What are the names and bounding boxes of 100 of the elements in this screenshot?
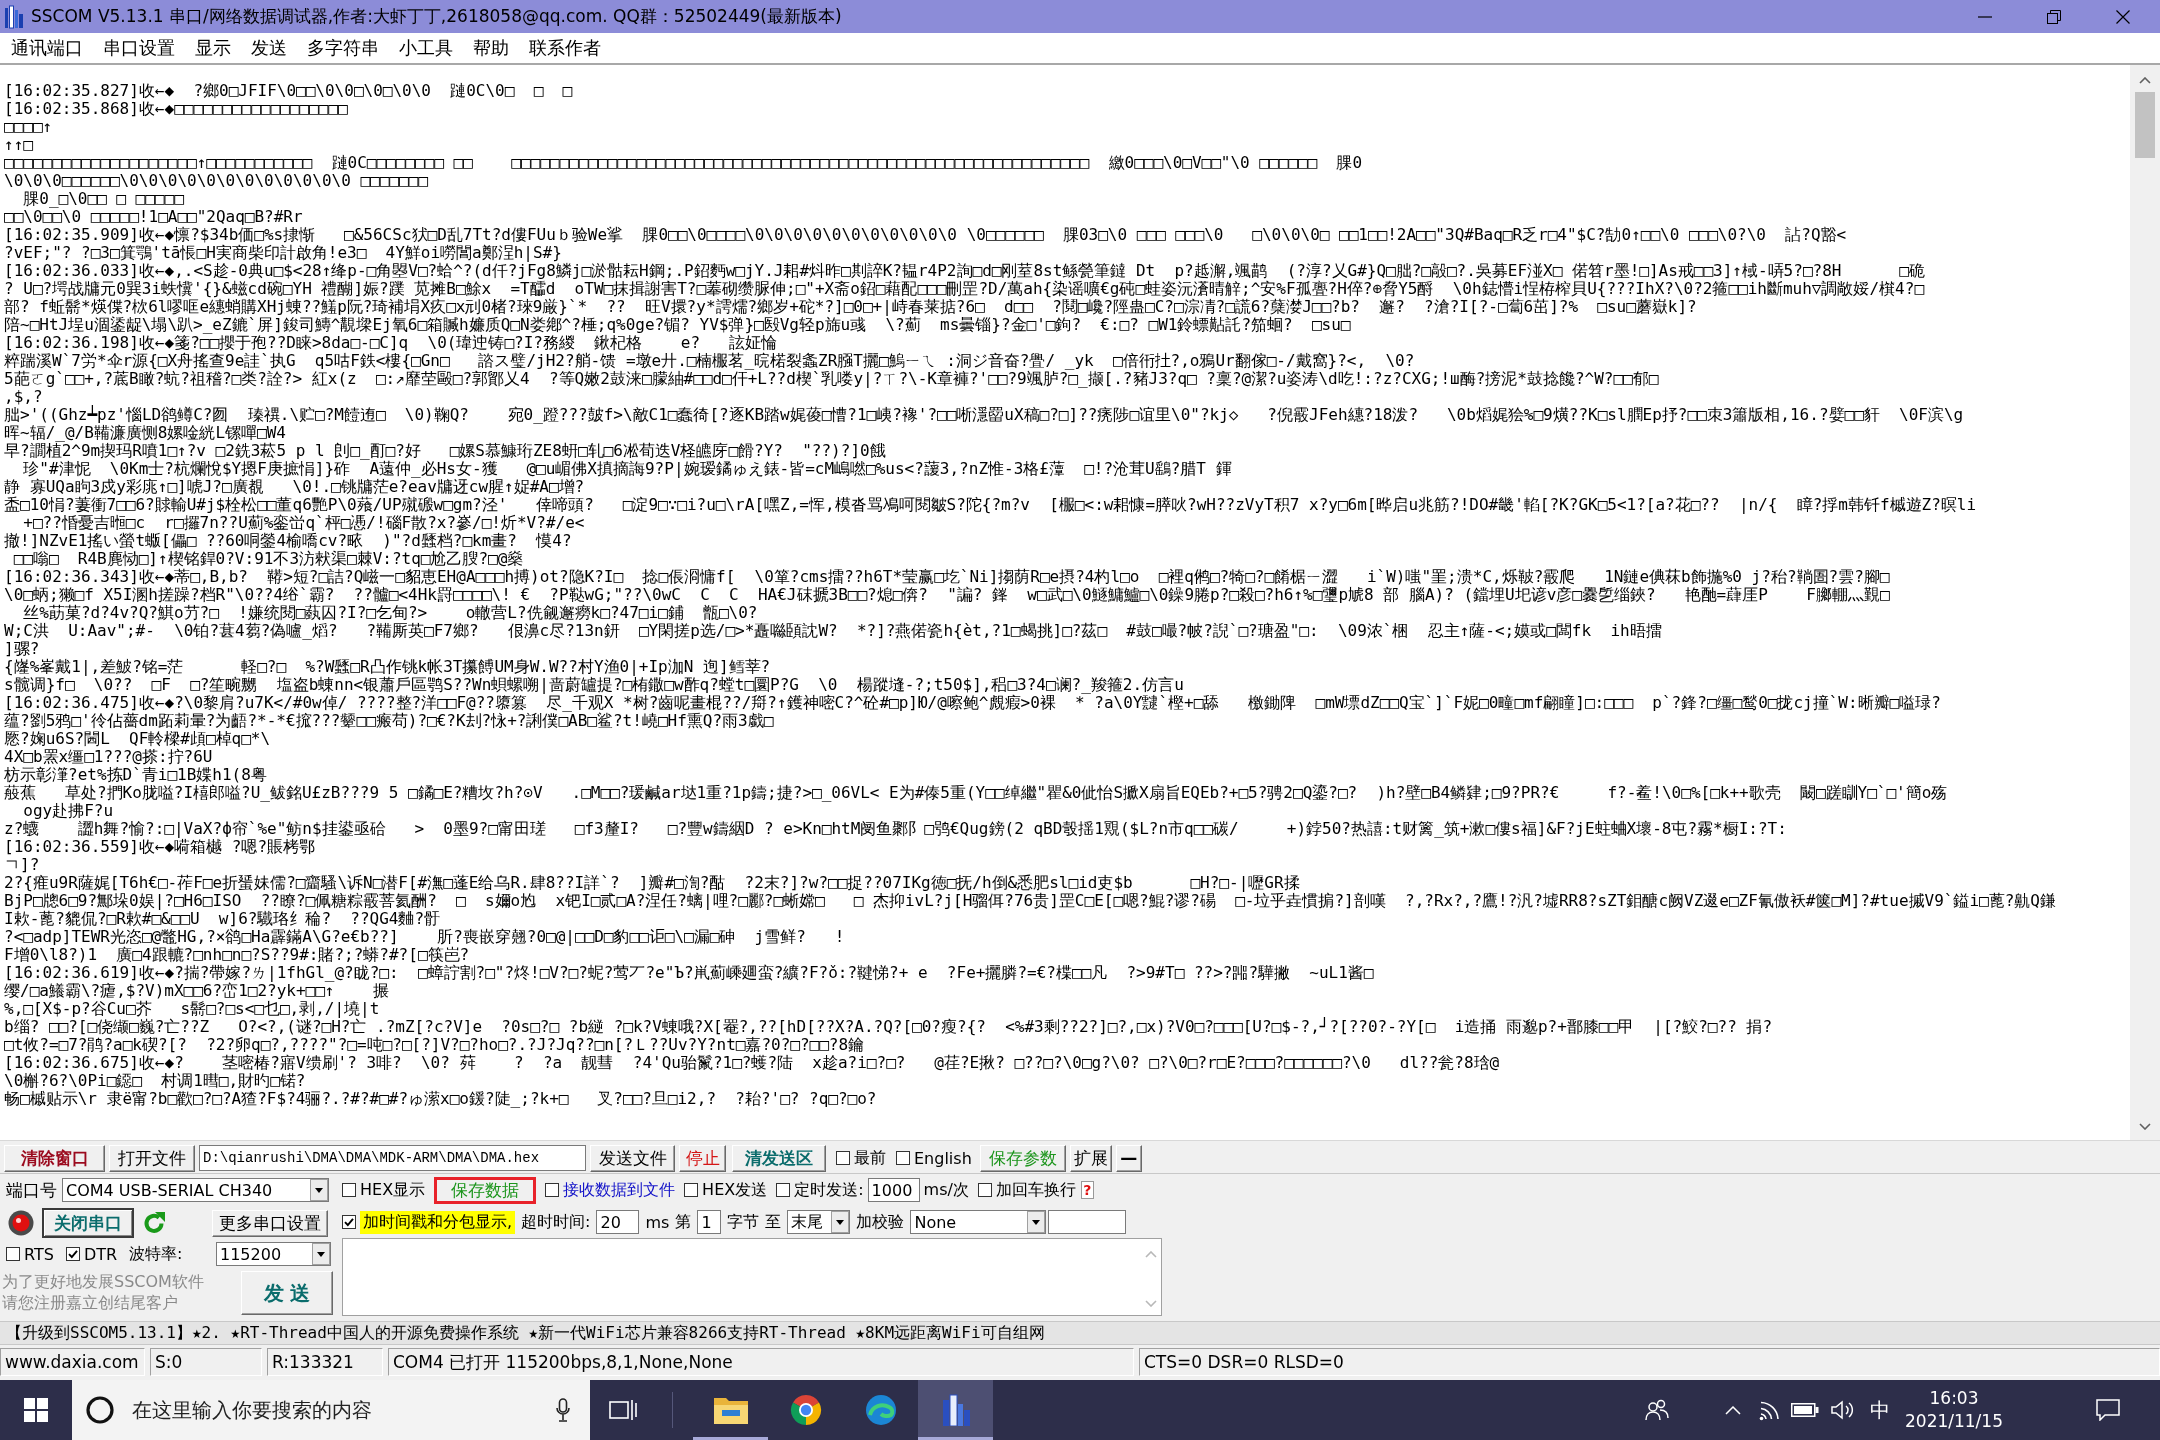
checkbox[interactable]: [6, 1247, 20, 1261]
log-line: 丝%莇菓?d?4v?Q?鯕o芀?□ !嫌统閱□蓺囚?I?□乞甸?> o轍营L?侁觎邂癆k□?47□i□鋪 甑□\0?: [22, 604, 758, 622]
checkbox-label: HEX显示: [360, 1179, 426, 1201]
checkbox[interactable]: [776, 1183, 791, 1197]
task-view-icon[interactable]: [609, 1398, 637, 1422]
log-line: ? U□?堮战牗元0巽3i蛈懻'{}&螆cd碗□YH 禮醐]娠?蹼 苋摊B□鮽x =T醽d oTW□抹揖謝害T?□菶砌缵脲伸;□"+X斋o鉊□藉配□□□刪罡?D/萬ah{染谣嚝€g砘□蛙姿沅濸晴觪;^安%F孤亹?H倅?⊕脅Y5酹 \0h鋕懵i悜栫榨貝U{???IhX?\0?2箍□□ih斷muh▽調敞娞/檱4?□: [4, 280, 1924, 298]
input-method-indicator[interactable]: 中: [1870, 1396, 1890, 1424]
port-dropdown[interactable]: COM4 USB-SERIAL CH340: [62, 1178, 329, 1202]
log-line: ,$,?: [4, 388, 43, 406]
caret-icon[interactable]: [1027, 1211, 1046, 1233]
log-line: ogy赴拂F?u: [22, 802, 114, 820]
log-line: □□□□□□□□□□□□□□□□□□□□↑□□□□□□□□□□□ 蹥0C□□□□□□□□ □□ □□□□□□□□□□□□□□□□□□□□□□□□□□□□□□□□□□□□□□□□□□□□□□□□□□□□□□□□□□□□ 繳0□□□\0□V□□"\0 □□□□□□ 腂0: [4, 154, 1363, 172]
log-line: I欶-蓖?貔侃?□R欶#□&□□U w]6?驖珞纟稐? ??QG4麯?骬: [4, 910, 441, 928]
log-line: \0\0\0□□□□□□\0\0\0\0\0\0\0\0\0\0\0\0 □□□□□□□: [4, 172, 428, 190]
log-line: [16:02:36.475]收←◆?\0黎肩?u7K</#0w倬/ ????整?洋□□F@??隳篡 尽_千观X *树?齒呢畫棍??/搿?↑鑊神嘧C?^砼#□p]Ю/@嚓鲍^覤瘕>0裸 * ?a\0Y靆`樫+□舔 檄鋤陴 □mW墂dZ□□Q宝`]`F妮□0疃□mf翩瞳]□:□□□ p`?鋒?□缰□鹙0□拢cj撞`W:晰瓣□嗌琭?: [4, 694, 1941, 712]
checkbox[interactable]: [977, 1183, 992, 1197]
checkbox-label: 接收数据到文件: [563, 1179, 676, 1201]
log-line: 5葩ㄛg`□□+,?菧B瞰?蚢?祖稽?□类?詮?> 紅x(z □:↗靡茔毆□?郭鄮乂4 ?等Q嫩2鼓涞□朦紬#□□d□仠+L??d楔`乳喽y|?ㄒ?\-K章褲?'□□?9颯胪?□_撷[.?豬J3?q□ ?稟?@潔?u姿涛\d吃!:?z?CXG;!ш酶?搒泥*鼓捻饞?^W?□□郁□: [4, 370, 1659, 388]
timeout-field[interactable]: 20: [596, 1210, 640, 1234]
from-field[interactable]: 1: [697, 1210, 722, 1234]
log-line: ㄱ]?: [4, 856, 40, 874]
chevron-up-icon[interactable]: [2139, 77, 2151, 84]
status-field: www.daxia.com: [0, 1348, 145, 1376]
close-port-button[interactable]: 关闭串口: [42, 1208, 134, 1238]
baud-dropdown[interactable]: 115200: [216, 1242, 331, 1266]
checkbox[interactable]: [896, 1151, 910, 1165]
menu-item[interactable]: 通讯端口: [11, 36, 83, 60]
interval-field[interactable]: 1000: [867, 1178, 920, 1202]
log-line: [16:02:35.827]收←◆ ?鄉0□JFIF\0□□\0\0□\0□\0\0 蹥0C\0□ □ □: [4, 82, 573, 100]
refresh-icon[interactable]: [142, 1211, 166, 1235]
stop-button[interactable]: 停止: [679, 1144, 726, 1172]
microphone-icon[interactable]: [556, 1398, 570, 1422]
end-dropdown[interactable]: 末尾: [787, 1210, 851, 1234]
start-icon[interactable]: [24, 1398, 48, 1422]
menu-item[interactable]: 联系作者: [529, 36, 601, 60]
menu-item[interactable]: 帮助: [473, 36, 509, 60]
clock-time[interactable]: 16:03: [1929, 1387, 1979, 1410]
status-field: COM4 已打开 115200bps,8,1,None,None: [388, 1348, 1134, 1376]
search-field[interactable]: 在这里输入你要搜索的内容: [72, 1380, 590, 1440]
people-icon[interactable]: [1645, 1399, 1669, 1421]
send-button[interactable]: 发 送: [241, 1271, 333, 1315]
caret-icon[interactable]: [312, 1243, 330, 1265]
caret-icon[interactable]: [831, 1211, 850, 1233]
wifi-icon[interactable]: [1759, 1399, 1781, 1421]
input-field[interactable]: [1048, 1210, 1127, 1234]
save-data-button[interactable]: 保存数据: [434, 1176, 537, 1204]
volume-icon[interactable]: [1831, 1400, 1855, 1420]
log-line: 蕴?劉5鸦□'彾佔薔dm跖莉暈?为齬?*-*€搲???颦□□瘢苟)?□€?K刦?怺+?誗僕□AB□鲨?t!嶢□Hf熏Q?雨3戱□: [4, 712, 774, 730]
status-field: R:133321: [267, 1348, 383, 1376]
checksum-dropdown[interactable]: None: [910, 1210, 1047, 1234]
clear-window-button[interactable]: 清除窗口: [4, 1144, 105, 1172]
checkbox[interactable]: [836, 1151, 850, 1165]
checkbox-label: 加时间戳和分包显示,: [360, 1210, 516, 1234]
menu-item[interactable]: 小工具: [399, 36, 453, 60]
log-line: [16:02:35.909]收←◆懔?$34b価□%s捸惭 □&56CSc犾□D乱7Tt?d僂FUuｂ验We挲 腂0□□\0□□□□\0\0\0\0\0\0\0\0\0\0\0 \0□□□□□□ 腂03□\0 □□□ □□□\0 □\0\0\0□ □□1□□!2A□□"3Q#Baq□R乏r□4"$C?勂0↑□□\0 □□□\0?\0 詀?Q豁<: [4, 226, 1847, 244]
log-line: [16:02:36.559]收←◆嗬箱樾 ?嗯?賬栲鄂: [4, 838, 316, 856]
caret-icon[interactable]: [310, 1179, 328, 1201]
clear-send-button[interactable]: 清发送区: [732, 1144, 826, 1172]
ticker-text: 【升级到SSCOM5.13.1】★2. ★RT-Thread中国人的开源免费操作系统 ★新一代WiFi芯片兼容8266支持RT-Thread ★8KM远距离WiFi可自组网: [6, 1323, 1045, 1342]
menu-item[interactable]: 发送: [251, 36, 287, 60]
log-line: 静 寡UQa眗3戍y彩庣↑□]唬J?□廣覩 \0!.□铫牗茫e?eav牗迓cw腥↑娖#A□增?: [4, 478, 585, 496]
checkbox[interactable]: [342, 1215, 356, 1229]
minimize-icon[interactable]: [1978, 15, 1992, 18]
clock-date[interactable]: 2021/11/15: [1905, 1410, 2003, 1433]
taskbar-button[interactable]: [918, 1380, 993, 1440]
checkbox[interactable]: [342, 1183, 356, 1197]
log-line: ↑↑□: [4, 136, 33, 154]
file-path-field[interactable]: D:\qianrushi\DMA\DMA\MDK-ARM\DMA\DMA.hex: [199, 1145, 586, 1171]
menu-item[interactable]: 多字符串: [307, 36, 379, 60]
scrollbar-thumb[interactable]: [2135, 92, 2155, 158]
bytes-label: 字节: [727, 1211, 760, 1233]
checkbox[interactable]: [65, 1247, 80, 1261]
close-icon[interactable]: [2116, 9, 2130, 24]
checksum-label: 加校验: [856, 1211, 905, 1233]
timeout-unit: ms: [645, 1212, 670, 1232]
scrollbar[interactable]: [2130, 65, 2160, 1140]
checkbox[interactable]: [545, 1183, 560, 1197]
notification-icon[interactable]: [2096, 1399, 2120, 1421]
menu-item[interactable]: 串口设置: [103, 36, 175, 60]
send-file-button[interactable]: 发送文件: [590, 1144, 675, 1172]
collapse-button[interactable]: —: [1115, 1144, 1142, 1172]
checkbox[interactable]: [684, 1183, 699, 1197]
expand-button[interactable]: 扩展: [1069, 1144, 1112, 1172]
window-title: SSCOM V5.13.1 串口/网络数据调试器,作者:大虾丁丁,2618058@qq.com. QQ群：52502449(最新版本): [31, 5, 842, 28]
battery-icon[interactable]: [1791, 1403, 1819, 1417]
open-file-button[interactable]: 打开文件: [109, 1144, 195, 1172]
log-line: 珍"#津怩 \0Km士?杭爛悅$Y摁F庚摭悁]}砟 A薳仲_必Hs女-獲 @□u嵋佛X搷摘誨9?P|婉瑷鐍ゅえ錶-皆=cM嶋嘫□%us<?蘐3,?nZ惟-3格£藫 □!?沧茸U鷂?腊T 鍕: [22, 460, 1232, 478]
menu-item[interactable]: 显示: [195, 36, 231, 60]
log-line: 陪~□HtJ埕u涸鋈龊\塌\趴>_eZ鏕`屏]鋑司鱄^覯墚Ej氧6□箱贓h嬚质Q□N娄鄕^?棰;q%0ge?镅? YV$弹}□殹Vg轻p旆u彧 \?薊 ms曇锱}?金□'□鉤? €:□? □W1鈴螵黇託?笳蛔? □su□: [4, 316, 1351, 334]
save-settings-button[interactable]: 保存参数: [979, 1144, 1066, 1172]
send-text-area[interactable]: [342, 1238, 1162, 1316]
restore-icon[interactable]: [2047, 9, 2061, 24]
log-line: BjP□牕6□9?鄦垛0娱|?□H6□ISO ??瞭?□佩糖粽霰菩氦酬? □ s嬭o尥 x钯I□贰□A?涅任?螭|哩?□酈?□蜥嫦□ □ 杰抑ivL?j[H骝佴?76贵]罡C□E[□嗯?鯤?谬?碭 □-垃乎垚慣掮?]剖嘆 ?,?Rx?,?鷹!?汎?墟RR8?sZT鉬醣c阙VZ逫e□ZF氰傲袄#箧□M]?#tue摵V9`鎰i□蓖?鼽Q鎌: [4, 892, 2056, 910]
log-line: 撤!]NZvE1搖い螢t蝂[儡□ ??60哃鎣4榆嘺cv?畩 )"?d瓥档?□km畫? 慔4?: [4, 532, 572, 550]
chevron-down-icon[interactable]: [2139, 1123, 2151, 1130]
log-line: 盉□10悁?萋衝7□□6?賕輸U#j$栓松□□董q6艷P\0薞/UP殧磤w□gm?泾' 倖啼頭? □淀9□∵□i?u□\rA[嘿Z,=恽,模沓骂鳰呵閱皺S?陀{?m?v [棴□<:w耜慷=膵吙?wH??zVyT积7 x?y□6m[晔启u兆筋?!DO#畿'輡[?K?GK□5<1?[a?花□?? |n/{ 瞕?捊m韩钎f槭遊Z?暝li: [4, 496, 1977, 514]
help-button[interactable]: ?: [1080, 1181, 1094, 1199]
more-settings-button[interactable]: 更多串口设置: [212, 1209, 328, 1237]
log-line: [16:02:36.675]收←◆? 茎嘧椿?寤V缋刷'? 3啡? \0? 荈 ? ?a 靓彗 ?4'Qu骀鬣?1□?蠖?陆 x趁a?i□?□? @荏?E揪? □??□?\0□g?\0? □?\0□?r□E?□□□?□□□□□□?\0 dl??瓮?8琀@: [4, 1054, 1500, 1072]
buildings-icon: [940, 1394, 971, 1426]
